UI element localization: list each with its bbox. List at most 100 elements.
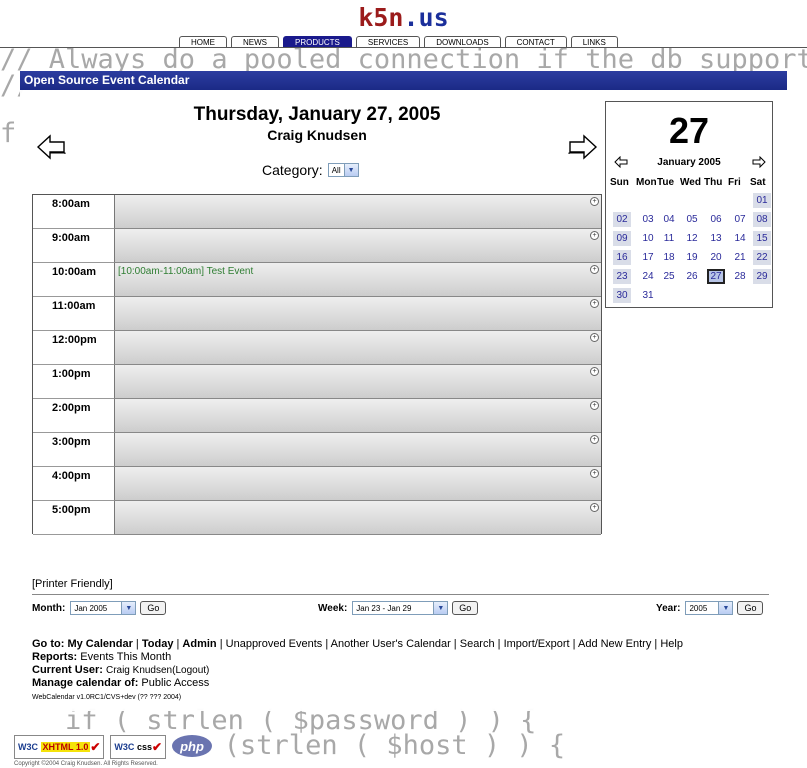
mini-calendar-date[interactable]: 08 — [753, 212, 771, 227]
next-month-arrow-icon[interactable] — [752, 156, 766, 168]
mini-calendar-date[interactable]: 25 — [660, 269, 678, 284]
mini-calendar-date[interactable]: 06 — [707, 212, 725, 227]
manage-value: Public Access — [141, 677, 210, 689]
chevron-down-icon: ▼ — [343, 164, 358, 176]
add-event-icon[interactable]: + — [590, 469, 599, 478]
mini-calendar-date[interactable]: 11 — [660, 231, 678, 246]
mini-calendar-today[interactable]: 27 — [707, 269, 725, 284]
add-event-icon[interactable]: + — [590, 367, 599, 376]
month-go-button[interactable]: Go — [140, 601, 167, 615]
add-event-icon[interactable]: + — [590, 299, 599, 308]
slot-body[interactable]: + — [115, 365, 601, 399]
reports-label: Reports: — [32, 651, 78, 663]
mini-calendar-date[interactable]: 30 — [613, 288, 631, 303]
mini-calendar-date[interactable]: 22 — [753, 250, 771, 265]
week-select[interactable]: Jan 23 - Jan 29 ▼ — [352, 601, 449, 615]
next-day-arrow-icon[interactable] — [568, 134, 598, 160]
week-go-button[interactable]: Go — [452, 601, 479, 615]
category-select[interactable]: All ▼ — [327, 163, 359, 177]
goto-admin-link[interactable]: Admin — [182, 638, 216, 650]
month-select[interactable]: Jan 2005 ▼ — [70, 601, 137, 615]
mini-calendar-date[interactable]: 29 — [753, 269, 771, 284]
slot-body[interactable]: + — [115, 331, 601, 365]
add-event-icon[interactable]: + — [590, 401, 599, 410]
mini-calendar-date[interactable]: 01 — [753, 193, 771, 208]
goto-add-entry-link[interactable]: Add New Entry — [578, 638, 651, 650]
mini-calendar-date[interactable]: 02 — [613, 212, 631, 227]
year-select[interactable]: 2005 ▼ — [685, 601, 734, 615]
slot-time: 1:00pm — [33, 365, 115, 399]
xhtml-label: XHTML 1.0 — [40, 742, 91, 752]
mini-calendar-date[interactable]: 17 — [639, 250, 657, 265]
week-select-value: Jan 23 - Jan 29 — [356, 603, 412, 613]
current-user-name: Craig Knudsen — [105, 665, 173, 676]
add-event-icon[interactable]: + — [590, 265, 599, 274]
slot-body[interactable]: + — [115, 297, 601, 331]
mini-calendar-date[interactable]: 19 — [683, 250, 701, 265]
mini-calendar-date[interactable]: 10 — [639, 231, 657, 246]
mini-calendar-date[interactable]: 14 — [731, 231, 749, 246]
slot-body[interactable]: + — [115, 195, 601, 229]
version-text: WebCalendar v1.0RC1/CVS+dev (?? ??? 2004… — [32, 694, 182, 701]
time-slot: 3:00pm + — [33, 433, 601, 467]
w3c-logo: W3C — [114, 742, 135, 752]
mini-calendar-date[interactable]: 18 — [660, 250, 678, 265]
category-filter: Category: All ▼ — [262, 162, 359, 178]
reports-link[interactable]: Events This Month — [80, 651, 171, 663]
logout-link[interactable]: (Logout) — [172, 665, 209, 676]
add-event-icon[interactable]: + — [590, 333, 599, 342]
add-event-icon[interactable]: + — [590, 503, 599, 512]
goto-unapproved-link[interactable]: Unapproved Events — [226, 638, 323, 650]
goto-search-link[interactable]: Search — [460, 638, 495, 650]
goto-another-user-link[interactable]: Another User's Calendar — [331, 638, 451, 650]
mini-calendar-date[interactable]: 24 — [639, 269, 657, 284]
xhtml-badge[interactable]: W3C XHTML 1.0 ✔ — [14, 735, 105, 759]
footer-divider — [32, 594, 769, 595]
slot-body[interactable]: + — [115, 399, 601, 433]
event-link[interactable]: [10:00am-11:00am] Test Event — [118, 266, 253, 277]
goto-import-export-link[interactable]: Import/Export — [504, 638, 570, 650]
checkmark-icon: ✔ — [90, 740, 101, 754]
slot-body[interactable]: + — [115, 467, 601, 501]
mini-calendar-date[interactable]: 04 — [660, 212, 678, 227]
mini-calendar-date[interactable]: 16 — [613, 250, 631, 265]
goto-help-link[interactable]: Help — [660, 638, 683, 650]
mini-calendar: 27 January 2005 Sun Mon Tue Wed Thu Fri Sat 01 0… — [605, 101, 773, 308]
mini-calendar-date[interactable]: 13 — [707, 231, 725, 246]
add-event-icon[interactable]: + — [590, 435, 599, 444]
mini-calendar-date[interactable]: 21 — [731, 250, 749, 265]
php-badge[interactable]: php — [172, 735, 213, 757]
year-go-button[interactable]: Go — [737, 601, 764, 615]
slot-body[interactable]: + — [115, 229, 601, 263]
weekday-header: Thu — [704, 177, 723, 188]
mini-calendar-date[interactable]: 23 — [613, 269, 631, 284]
mini-calendar-date[interactable]: 03 — [639, 212, 657, 227]
slot-body[interactable]: + — [115, 501, 601, 535]
site-logo-tld: us — [418, 3, 449, 32]
previous-day-arrow-icon[interactable] — [36, 134, 66, 160]
add-event-icon[interactable]: + — [590, 197, 599, 206]
badges: W3C XHTML 1.0 ✔ W3C css ✔ php — [14, 735, 213, 759]
weekday-header: Sun — [610, 177, 629, 188]
printer-friendly-link[interactable]: [Printer Friendly] — [32, 578, 113, 590]
site-logo[interactable]: k5n.us — [0, 3, 807, 32]
chevron-down-icon: ▼ — [121, 602, 136, 614]
mini-calendar-date[interactable]: 12 — [683, 231, 701, 246]
mini-calendar-date[interactable]: 31 — [639, 288, 657, 303]
mini-calendar-date[interactable]: 09 — [613, 231, 631, 246]
slot-body[interactable]: + — [115, 433, 601, 467]
weekday-header: Wed — [680, 177, 701, 188]
panel-title: Open Source Event Calendar — [20, 71, 787, 90]
mini-calendar-date[interactable]: 26 — [683, 269, 701, 284]
goto-label: Go to: — [32, 638, 65, 650]
mini-calendar-date[interactable]: 07 — [731, 212, 749, 227]
slot-body[interactable]: [10:00am-11:00am] Test Event + — [115, 263, 601, 297]
goto-my-calendar-link[interactable]: My Calendar — [67, 638, 132, 650]
add-event-icon[interactable]: + — [590, 231, 599, 240]
mini-calendar-date[interactable]: 20 — [707, 250, 725, 265]
goto-today-link[interactable]: Today — [142, 638, 174, 650]
mini-calendar-date[interactable]: 28 — [731, 269, 749, 284]
mini-calendar-date[interactable]: 05 — [683, 212, 701, 227]
mini-calendar-date[interactable]: 15 — [753, 231, 771, 246]
css-badge[interactable]: W3C css ✔ — [110, 735, 167, 759]
